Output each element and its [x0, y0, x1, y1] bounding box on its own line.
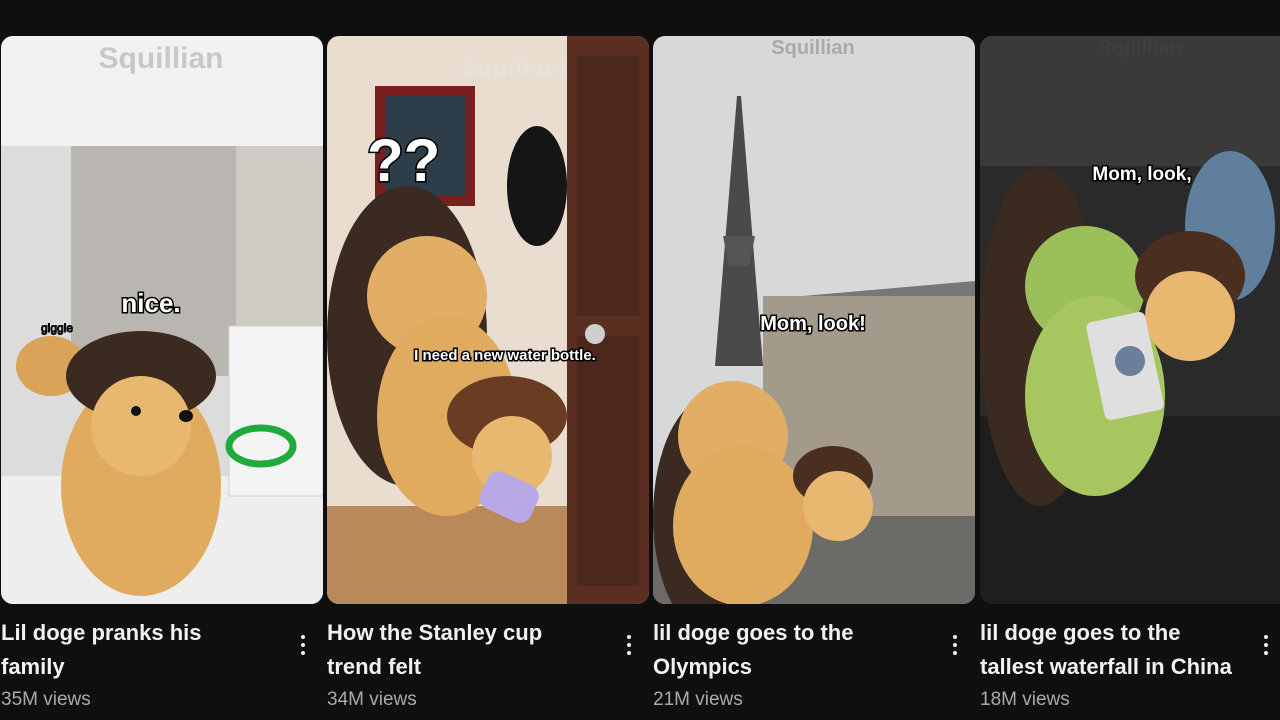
watermark-text: Squillian: [1098, 37, 1181, 59]
short-thumbnail[interactable]: Squillian nice. giggie: [1, 36, 323, 604]
short-thumbnail[interactable]: Squillian Mom, look,: [980, 36, 1280, 604]
short-title[interactable]: lil doge goes to the Olympics: [653, 616, 923, 684]
more-vert-icon[interactable]: [615, 630, 643, 660]
more-vert-icon[interactable]: [1252, 630, 1280, 660]
short-thumbnail[interactable]: ?? Squillian I need a new water bottle.: [327, 36, 649, 604]
thumbnail-image: Squillian Mom, look!: [653, 36, 975, 604]
short-title[interactable]: Lil doge pranks his family: [1, 616, 271, 684]
watermark-text: Squillian: [771, 37, 854, 59]
short-card[interactable]: ?? Squillian I need a new water bottle. …: [327, 36, 649, 720]
watermark-text: Squillian: [98, 42, 223, 75]
caption-text: Mom, look,: [1092, 164, 1191, 185]
thumbnail-image: Squillian Mom, look,: [980, 36, 1280, 604]
corner-text: giggie: [41, 321, 73, 335]
short-thumbnail[interactable]: Squillian Mom, look!: [653, 36, 975, 604]
view-count: 18M views: [980, 689, 1070, 710]
more-vert-icon[interactable]: [289, 630, 317, 660]
more-vert-icon[interactable]: [941, 630, 969, 660]
shorts-shelf: Squillian nice. giggie Lil doge pranks h…: [0, 36, 1280, 720]
caption-text: I need a new water bottle.: [414, 347, 596, 364]
short-title[interactable]: How the Stanley cup trend felt: [327, 616, 597, 684]
view-count: 21M views: [653, 689, 743, 710]
short-card[interactable]: Squillian nice. giggie Lil doge pranks h…: [1, 36, 323, 720]
view-count: 34M views: [327, 689, 417, 710]
view-count: 35M views: [1, 689, 91, 710]
short-info: lil doge goes to the Olympics 21M views: [653, 616, 975, 712]
thumbnail-image: ?? Squillian I need a new water bottle.: [327, 36, 649, 604]
short-info: How the Stanley cup trend felt 34M views: [327, 616, 649, 712]
short-card[interactable]: Squillian Mom, look, lil doge goes to th…: [980, 36, 1280, 720]
short-card[interactable]: Squillian Mom, look! lil doge goes to th…: [653, 36, 975, 720]
thumbnail-image: Squillian nice. giggie: [1, 36, 323, 604]
watermark-text: Squillian: [459, 52, 567, 82]
short-title[interactable]: lil doge goes to the tallest waterfall i…: [980, 616, 1250, 684]
caption-text: nice.: [121, 288, 180, 318]
question-marks: ??: [367, 127, 440, 194]
short-info: Lil doge pranks his family 35M views: [1, 616, 323, 712]
caption-text: Mom, look!: [760, 313, 866, 335]
short-info: lil doge goes to the tallest waterfall i…: [980, 616, 1280, 712]
